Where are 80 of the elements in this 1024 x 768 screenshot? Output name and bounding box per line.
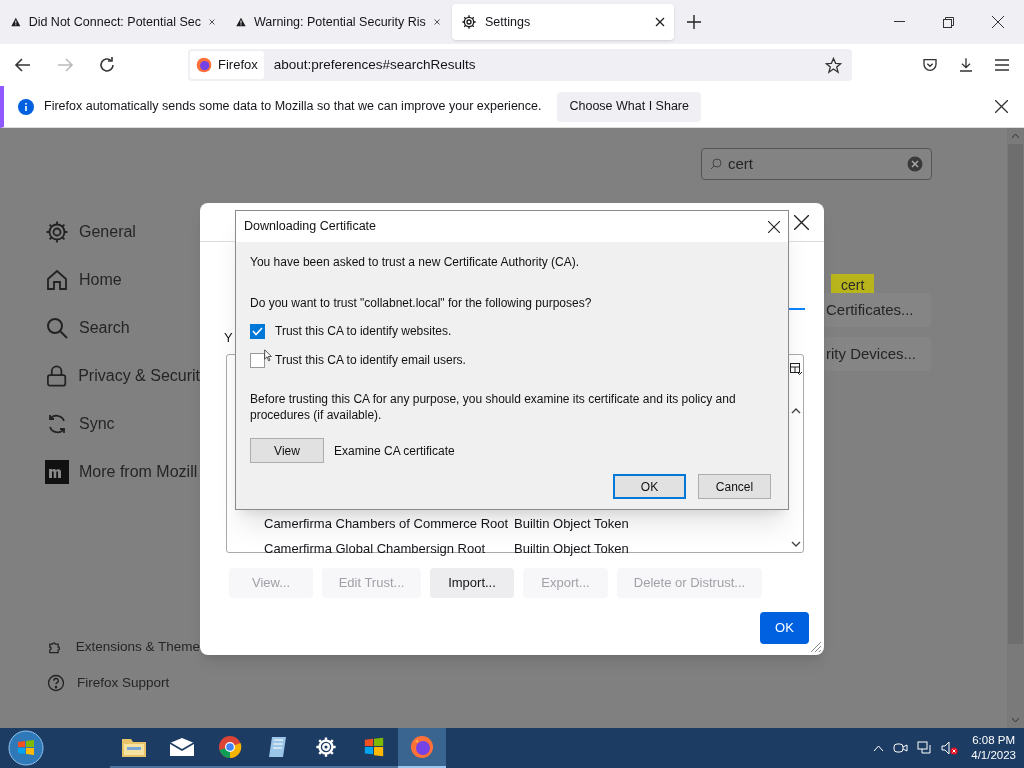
sidebar-item[interactable]: Home — [79, 268, 122, 292]
pocket-icon[interactable] — [922, 57, 938, 73]
checkbox-label[interactable]: Trust this CA to identify email users. — [275, 351, 466, 369]
settings-icon — [461, 14, 477, 30]
column-picker-icon[interactable] — [790, 363, 802, 375]
close-icon[interactable] — [768, 220, 780, 233]
home-icon — [45, 268, 69, 292]
search-highlight-badge: cert — [831, 274, 875, 296]
checkbox[interactable] — [250, 323, 265, 339]
network-icon[interactable] — [917, 741, 933, 755]
dialog-button[interactable]: OK — [613, 474, 686, 499]
muted-speaker-icon[interactable] — [941, 741, 959, 755]
clock-date[interactable]: 4/1/2023 — [971, 748, 1016, 763]
notification-message: Firefox automatically sends some data to Mozilla so that we can improve your experience. — [44, 98, 542, 116]
intro-text: You have been asked to trust a new Certificate Authority (CA). — [250, 254, 581, 271]
action-button[interactable]: Import... — [430, 568, 514, 598]
table-cell-text: Camerfirma Global Chambersign Root — [264, 540, 487, 558]
table-cell-text: Builtin Object Token — [514, 515, 629, 533]
description-text: Y — [224, 329, 233, 347]
view-description: Examine CA certificate — [334, 442, 455, 460]
close-icon[interactable] — [992, 16, 1004, 28]
help-icon — [47, 674, 65, 692]
browser-tab[interactable]: Did Not Connect: Potential Sec — [2, 4, 224, 40]
info-icon — [18, 98, 34, 115]
sidebar-link[interactable]: Extensions & Theme — [75, 636, 200, 658]
mozilla-logo-icon — [45, 460, 69, 484]
url-text: about:preferences#searchResults — [273, 55, 477, 74]
settings-icon — [45, 220, 69, 244]
start-button-icon[interactable] — [8, 730, 44, 766]
close-icon[interactable] — [655, 17, 665, 27]
scroll-up-icon[interactable] — [791, 408, 801, 414]
new-tab-icon[interactable] — [687, 15, 701, 29]
warning-text: Before trusting this CA for any purpose, you should examine its certificate and its policy and procedures (if available). — [250, 391, 737, 423]
scroll-down-icon[interactable] — [791, 541, 801, 547]
firefox-icon — [196, 57, 212, 73]
search-icon — [710, 158, 722, 170]
search-input[interactable]: cert — [728, 152, 907, 176]
star-icon[interactable] — [825, 56, 842, 74]
clock-time[interactable]: 6:08 PM — [972, 733, 1016, 748]
sidebar-item[interactable]: Sync — [79, 412, 115, 436]
sidebar-item[interactable]: More from Mozill — [79, 460, 198, 484]
windows-flag-icon[interactable] — [363, 736, 385, 758]
reload-icon[interactable] — [98, 56, 116, 74]
resize-grip-icon[interactable] — [810, 641, 822, 653]
clear-icon[interactable] — [907, 156, 923, 172]
dialog-button[interactable]: Cancel — [698, 474, 771, 499]
close-icon[interactable] — [794, 215, 809, 230]
browser-tab[interactable]: Settings — [452, 4, 674, 40]
search-icon — [45, 316, 69, 340]
mouse-cursor-icon — [264, 349, 272, 362]
sidebar-item[interactable]: Privacy & Securit — [78, 364, 200, 388]
table-cell-text: Builtin Object Token — [514, 540, 629, 558]
browser-tab[interactable]: Warning: Potential Security Ris — [227, 4, 449, 40]
checkbox[interactable] — [250, 352, 265, 368]
restore-icon[interactable] — [943, 16, 954, 28]
menu-icon[interactable] — [994, 58, 1010, 72]
checkbox-label[interactable]: Trust this CA to identify websites. — [275, 322, 452, 340]
lock-icon — [45, 364, 69, 388]
close-icon[interactable] — [208, 17, 215, 27]
minimize-icon[interactable] — [894, 21, 905, 23]
dialog-title: Downloading Certificate — [244, 218, 377, 236]
sidebar-item[interactable]: Search — [79, 316, 130, 340]
chevron-up-icon[interactable] — [873, 744, 885, 752]
chrome-icon[interactable] — [218, 735, 242, 759]
search-field[interactable]: cert — [701, 148, 932, 180]
close-icon[interactable] — [995, 100, 1008, 113]
question-text: Do you want to trust "collabnet.local" for the following purposes? — [250, 295, 593, 312]
ok-button[interactable]: OK — [760, 612, 809, 644]
download-icon[interactable] — [958, 57, 974, 73]
sidebar-item[interactable]: General — [79, 220, 136, 244]
mail-icon[interactable] — [169, 737, 195, 757]
settings-icon[interactable] — [315, 736, 337, 758]
sidebar-link[interactable]: Firefox Support — [77, 672, 170, 694]
view-button[interactable]: View — [250, 438, 324, 463]
table-cell-text: Camerfirma Chambers of Commerce Root — [264, 515, 510, 533]
address-bar[interactable]: Firefox about:preferences#searchResults — [188, 49, 852, 81]
camera-icon[interactable] — [893, 741, 909, 755]
back-icon[interactable] — [14, 56, 32, 74]
choose-what-i-share-button[interactable]: Choose What I Share — [557, 91, 701, 122]
close-icon[interactable] — [433, 17, 440, 27]
